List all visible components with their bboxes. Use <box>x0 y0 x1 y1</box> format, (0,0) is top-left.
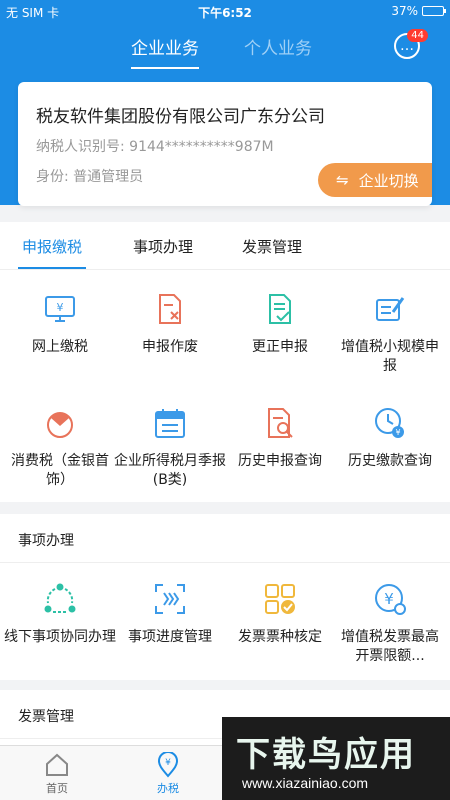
doc-check-icon <box>269 294 291 324</box>
yen-circle-icon: ¥ <box>375 584 406 615</box>
switch-icon: ⇋ <box>336 171 349 189</box>
grid-item-consumption-tax[interactable]: 消费税（金银首饰） <box>4 406 116 490</box>
doc-cancel-icon <box>159 294 181 324</box>
battery-icon <box>422 6 446 16</box>
grid-label: 增值税发票最高开票限额... <box>341 629 439 664</box>
svg-text:¥: ¥ <box>165 758 171 768</box>
switch-label: 企业切换 <box>358 171 419 190</box>
watermark-url: www.xiazainiao.com <box>242 775 369 791</box>
grid-item-corporate-income-tax[interactable]: 企业所得税月季报(B类) <box>114 406 226 490</box>
svg-text:¥: ¥ <box>57 301 64 314</box>
battery-percent: 37% <box>391 4 418 18</box>
nav-home-label: 首页 <box>46 782 68 795</box>
user-identity: 身份: 普通管理员 <box>36 169 144 185</box>
nav-tax[interactable]: ¥ 办税 <box>138 752 198 796</box>
home-icon <box>46 753 68 776</box>
doc-edit-icon <box>376 297 405 321</box>
svg-text:¥: ¥ <box>395 428 400 437</box>
grid-item-correct-declaration[interactable]: 更正申报 <box>224 292 336 357</box>
calendar-icon <box>155 409 185 438</box>
message-badge: 44 <box>407 29 428 42</box>
status-bar: 无 SIM 卡 下午6:52 37% <box>0 0 450 22</box>
scan-progress-icon <box>155 584 185 614</box>
grid-item-progress[interactable]: 事项进度管理 <box>114 582 226 647</box>
location-yen-icon: ¥ <box>157 752 179 778</box>
grid-label: 历史申报查询 <box>238 453 322 469</box>
tab-affairs[interactable]: 事项办理 <box>133 236 193 257</box>
taxpayer-id: 纳税人识别号: 9144**********987M <box>36 139 274 155</box>
doc-search-icon <box>268 408 293 438</box>
grid-label: 企业所得税月季报(B类) <box>114 453 226 488</box>
tax-grid: ¥ 网上缴税 申报作废 更正申报 增值税小规模申报 消费税（金银首饰） 企业所得… <box>0 270 450 502</box>
monitor-yen-icon: ¥ <box>45 296 75 322</box>
clock-yen-icon: ¥ <box>375 408 404 438</box>
section-title: 事项办理 <box>18 533 74 549</box>
company-name: 税友软件集团股份有限公司广东分公司 <box>36 107 325 127</box>
grid-item-online-pay[interactable]: ¥ 网上缴税 <box>4 292 116 357</box>
main-panel: 申报缴税 事项办理 发票管理 ¥ 网上缴税 申报作废 更正申报 增值税小规模申报… <box>0 222 450 502</box>
watermark-title: 下载鸟应用 <box>236 735 416 775</box>
header: 无 SIM 卡 下午6:52 37% 企业业务 个人业务 … 44 税友软件集团… <box>0 0 450 206</box>
grid-item-vat-small[interactable]: 增值税小规模申报 <box>334 292 446 376</box>
grid-check-icon <box>265 584 295 614</box>
affairs-section: 事项办理 线下事项协同办理 事项进度管理 发票票种核定 ¥ 增值税发票最高开票限… <box>0 514 450 680</box>
grid-item-invoice-type[interactable]: 发票票种核定 <box>224 582 336 647</box>
grid-item-history-payment[interactable]: ¥ 历史缴款查询 <box>334 406 446 471</box>
grid-item-offline-coop[interactable]: 线下事项协同办理 <box>4 582 116 647</box>
grid-label: 事项进度管理 <box>128 629 212 645</box>
battery-status: 37% <box>391 4 446 18</box>
share-nodes-icon <box>44 583 76 613</box>
divider <box>0 562 450 563</box>
grid-label: 历史缴款查询 <box>348 453 432 469</box>
grid-label: 更正申报 <box>252 339 308 355</box>
grid-label: 消费税（金银首饰） <box>11 453 109 488</box>
clock-text: 下午6:52 <box>198 6 252 20</box>
tab-personal[interactable]: 个人业务 <box>244 34 312 59</box>
grid-item-history-declaration[interactable]: 历史申报查询 <box>224 406 336 471</box>
business-tabs: 企业业务 个人业务 <box>0 34 450 69</box>
section-title: 发票管理 <box>18 709 74 725</box>
grid-label: 线下事项协同办理 <box>4 629 116 645</box>
grid-label: 发票票种核定 <box>238 629 322 645</box>
grid-item-vat-limit[interactable]: ¥ 增值税发票最高开票限额... <box>334 582 446 666</box>
grid-label: 网上缴税 <box>32 339 88 355</box>
diamond-icon <box>47 412 73 438</box>
tab-declare-pay[interactable]: 申报缴税 <box>17 236 87 269</box>
nav-tax-label: 办税 <box>157 782 179 795</box>
grid-item-void-declaration[interactable]: 申报作废 <box>114 292 226 357</box>
company-card: 税友软件集团股份有限公司广东分公司 纳税人识别号: 9144**********… <box>18 82 432 206</box>
tab-enterprise[interactable]: 企业业务 <box>131 34 199 69</box>
watermark: 下载鸟应用 www.xiazainiao.com <box>222 717 450 800</box>
tab-invoice[interactable]: 发票管理 <box>242 236 302 257</box>
svg-text:¥: ¥ <box>384 590 394 608</box>
switch-company-button[interactable]: ⇋ 企业切换 <box>318 163 432 197</box>
grid-label: 申报作废 <box>142 339 198 355</box>
segment-tabs: 申报缴税 事项办理 发票管理 <box>0 222 450 270</box>
grid-label: 增值税小规模申报 <box>341 339 439 374</box>
nav-home[interactable]: 首页 <box>27 752 87 796</box>
